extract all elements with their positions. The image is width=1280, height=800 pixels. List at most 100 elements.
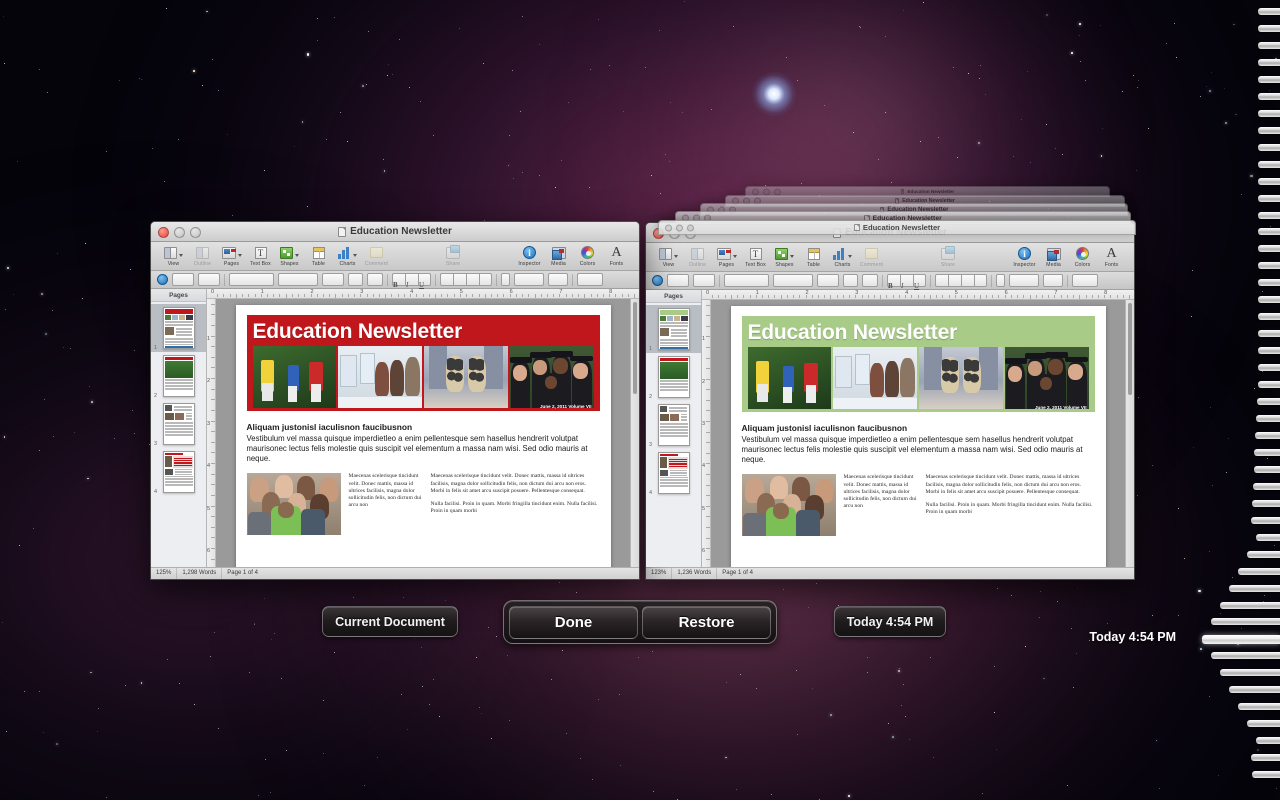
chevron-down-icon[interactable]	[295, 254, 299, 257]
format-bar[interactable]: BIU	[151, 271, 639, 289]
timeline-mark[interactable]	[1258, 126, 1280, 134]
timeline-mark[interactable]	[1247, 720, 1280, 728]
page-thumbnail-4[interactable]: 4	[646, 449, 701, 497]
timeline-mark[interactable]	[1229, 584, 1280, 592]
timeline-mark[interactable]	[1258, 279, 1280, 287]
toolbar-button-pages[interactable]: Pages	[217, 243, 246, 267]
toolbar-button-colors[interactable]: Colors	[573, 243, 602, 267]
timeline-mark[interactable]	[1251, 516, 1280, 524]
toolbar-button-media[interactable]: Media	[1039, 244, 1068, 268]
toolbar-button-charts[interactable]: Charts	[828, 244, 857, 268]
align-center-button[interactable]	[948, 274, 961, 287]
timeline-mark[interactable]	[1252, 771, 1280, 778]
timeline-mark[interactable]	[1258, 296, 1280, 304]
timeline-mark[interactable]	[1211, 618, 1280, 626]
page-thumbnail-2[interactable]: 2	[646, 353, 701, 401]
align-justify-button[interactable]	[479, 273, 492, 286]
font-size-field[interactable]	[322, 273, 344, 286]
timeline-mark[interactable]	[1258, 381, 1280, 388]
timeline-mark[interactable]	[1258, 228, 1280, 236]
timeline-mark[interactable]	[1258, 75, 1280, 83]
list-style-menu[interactable]	[693, 274, 715, 287]
chevron-down-icon[interactable]	[790, 255, 794, 258]
underline-button[interactable]: U	[913, 274, 926, 290]
timeline-mark[interactable]	[1258, 41, 1280, 49]
toolbar-button-share[interactable]: Share	[934, 244, 963, 268]
page-thumbnail-1[interactable]: 1	[151, 304, 206, 352]
timeline-mark-current[interactable]	[1202, 635, 1280, 645]
alignment-segment[interactable]	[440, 273, 492, 286]
toolbar-button-inspector[interactable]: Inspector	[1010, 244, 1039, 268]
align-right-button[interactable]	[466, 273, 479, 286]
text-style-segment[interactable]: BIU	[887, 274, 926, 290]
timeline-mark[interactable]	[1251, 754, 1280, 762]
chevron-down-icon[interactable]	[848, 255, 852, 258]
scrollbar-thumb[interactable]	[633, 302, 637, 394]
chevron-down-icon[interactable]	[179, 254, 183, 257]
scrollbar-thumb[interactable]	[1128, 303, 1132, 395]
toolbar[interactable]: View Outline Pages Text Box Shapes Table Chart…	[151, 242, 639, 271]
restore-button[interactable]: Restore	[642, 605, 771, 639]
align-justify-button[interactable]	[974, 274, 987, 287]
timeline-mark[interactable]	[1258, 109, 1280, 117]
toolbar-button-fonts[interactable]: Fonts	[602, 243, 631, 267]
align-center-button[interactable]	[453, 273, 466, 286]
timeline-mark[interactable]	[1253, 482, 1280, 490]
font-style-menu[interactable]	[278, 273, 318, 286]
zoom-level[interactable]: 123%	[646, 568, 673, 579]
inspector-toggle-icon[interactable]	[157, 274, 168, 285]
timeline-mark[interactable]	[1238, 703, 1280, 711]
bold-button[interactable]: B	[392, 273, 405, 289]
timeline-mark[interactable]	[1256, 737, 1280, 745]
alignment-segment[interactable]	[935, 274, 987, 287]
fill-color-well[interactable]	[862, 274, 878, 287]
list-menu[interactable]	[1072, 274, 1098, 287]
italic-button[interactable]: I	[405, 273, 418, 289]
timeline-mark[interactable]	[1220, 601, 1280, 609]
timeline-mark[interactable]	[1258, 313, 1280, 321]
line-spacing-icon[interactable]	[501, 273, 510, 286]
timeline-mark[interactable]	[1258, 245, 1280, 253]
toolbar-button-view[interactable]: View	[654, 244, 683, 268]
chevron-down-icon[interactable]	[732, 255, 737, 258]
toolbar-button-inspector[interactable]: Inspector	[515, 243, 544, 267]
timeline-mark[interactable]	[1255, 431, 1280, 439]
inspector-toggle-icon[interactable]	[652, 275, 663, 286]
timeline-mark[interactable]	[1247, 550, 1280, 558]
window-controls[interactable]	[752, 188, 781, 195]
toolbar-button-charts[interactable]: Charts	[333, 243, 362, 267]
zoom-level[interactable]: 125%	[151, 568, 178, 579]
document-canvas[interactable]: Education Newsletter June 2, 2011 Volume …	[711, 300, 1125, 567]
timeline-mark[interactable]	[1254, 448, 1280, 456]
toolbar-button-pages[interactable]: Pages	[712, 244, 741, 268]
timeline-mark[interactable]	[1258, 364, 1280, 372]
timeline-mark[interactable]	[1258, 92, 1280, 100]
page-thumbnail-2[interactable]: 2	[151, 352, 206, 400]
window-controls[interactable]	[665, 224, 694, 231]
text-style-segment[interactable]: BIU	[392, 273, 431, 289]
timeline-mark[interactable]	[1258, 8, 1280, 15]
toolbar-button-shapes[interactable]: Shapes	[770, 244, 799, 268]
font-family-menu[interactable]	[724, 274, 769, 287]
vertical-scrollbar[interactable]	[1125, 300, 1134, 567]
timeline-mark[interactable]	[1257, 398, 1280, 405]
toolbar-button-comment[interactable]: Comment	[362, 243, 391, 267]
vertical-scrollbar[interactable]	[630, 299, 639, 567]
timeline-mark[interactable]	[1258, 347, 1280, 355]
timeline-mark[interactable]	[1252, 499, 1280, 507]
columns-menu[interactable]	[548, 273, 568, 286]
page-thumbnail-3[interactable]: 3	[151, 400, 206, 448]
done-button[interactable]: Done	[509, 605, 638, 639]
toolbar-button-outline[interactable]: Outline	[188, 243, 217, 267]
current-document-button[interactable]: Current Document	[322, 606, 458, 637]
toolbar-button-colors[interactable]: Colors	[1068, 244, 1097, 268]
toolbar[interactable]: View Outline Pages Text Box Shapes Table Chart…	[646, 243, 1134, 272]
list-style-menu[interactable]	[198, 273, 220, 286]
timeline-mark[interactable]	[1258, 58, 1280, 66]
line-spacing-menu[interactable]	[1009, 274, 1039, 287]
timeline-mark[interactable]	[1229, 686, 1280, 694]
toolbar-button-comment[interactable]: Comment	[857, 244, 886, 268]
timeline-mark[interactable]	[1258, 25, 1280, 32]
page-thumbnail-4[interactable]: 4	[151, 448, 206, 496]
paragraph-style-menu[interactable]	[172, 273, 194, 286]
